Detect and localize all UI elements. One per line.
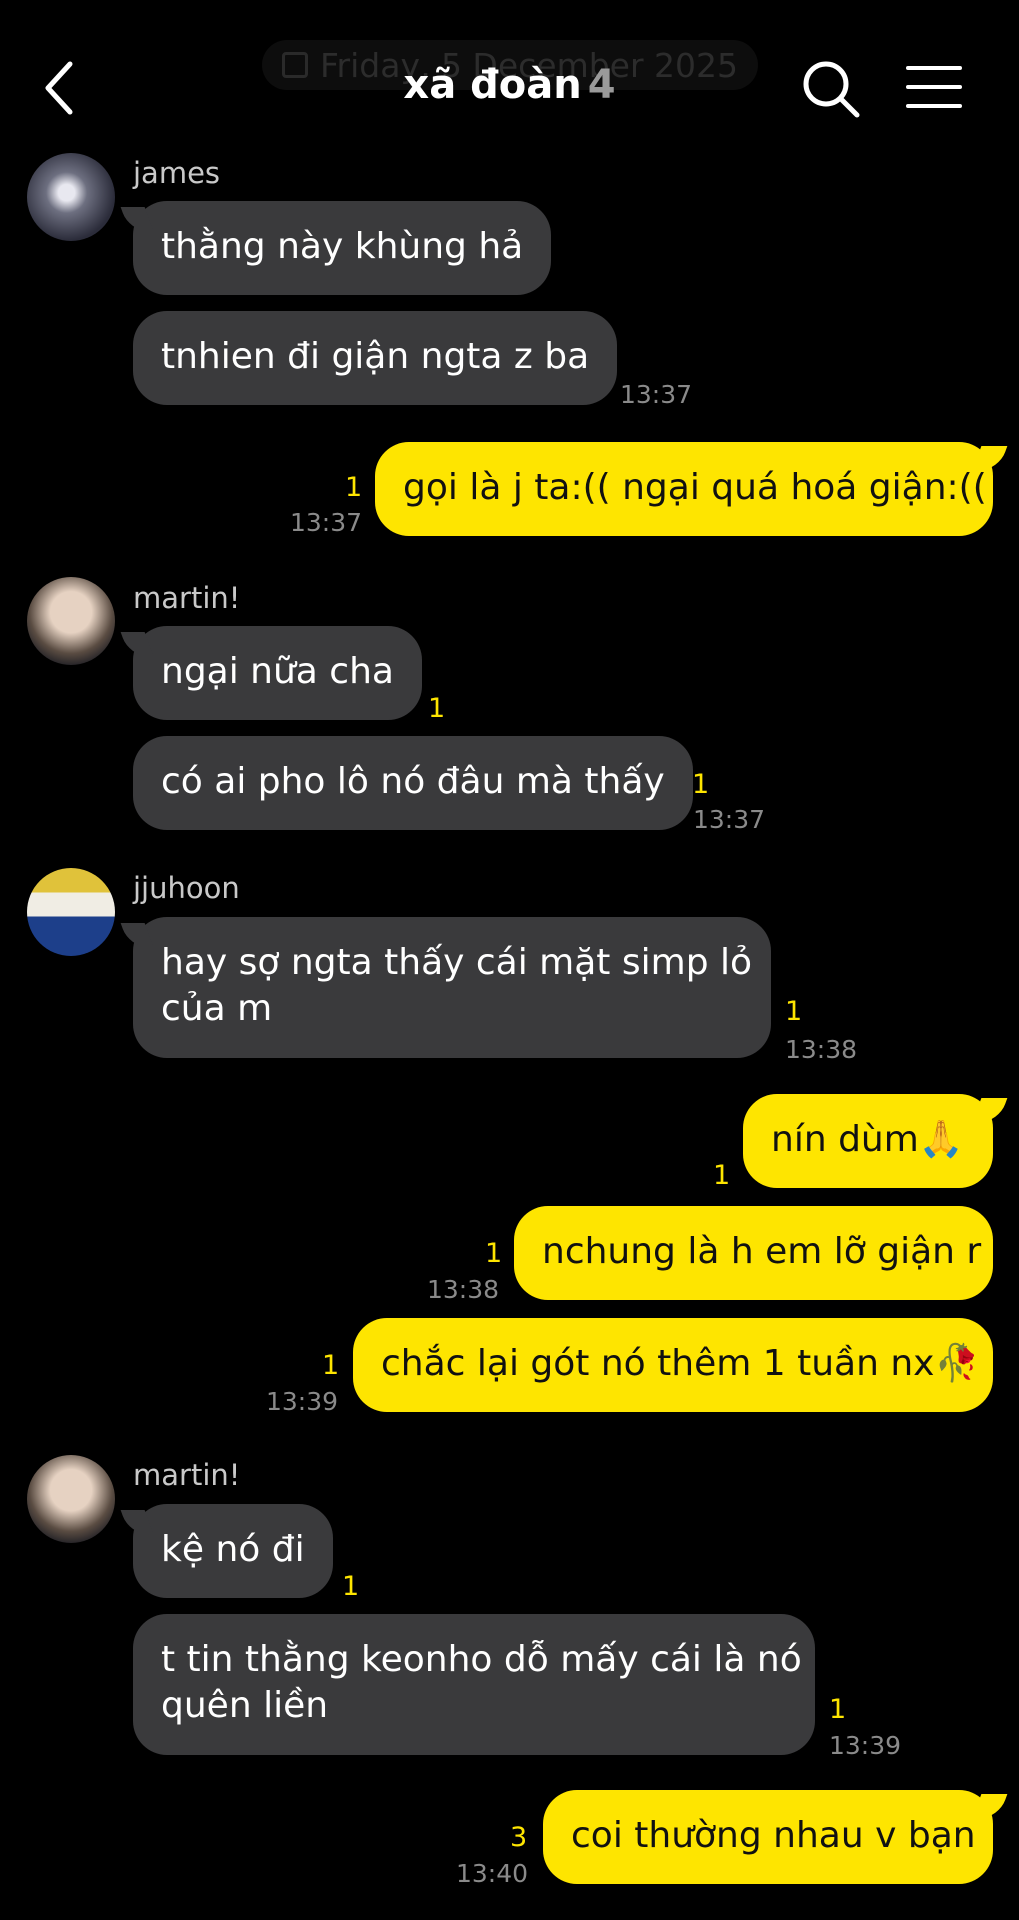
message-text-line: hay sợ ngta thấy cái mặt simp lỏ (161, 942, 753, 983)
unread-count: 1 (322, 1350, 340, 1381)
message-time: 13:40 (456, 1859, 529, 1888)
sender-name: james (133, 156, 221, 190)
message-bubble[interactable]: hay sợ ngta thấy cái mặt simp lỏ của m (133, 917, 771, 1058)
chat-title: xã đoàn 4 (0, 62, 1019, 108)
message-bubble[interactable]: t tin thằng keonho dỗ mấy cái là nó quên… (133, 1614, 815, 1755)
message-text: gọi là j ta:(( ngại quá hoá giận:(( (403, 467, 987, 508)
unread-count: 1 (829, 1694, 847, 1725)
unread-count: 1 (692, 769, 710, 800)
unread-count: 1 (713, 1160, 731, 1191)
message-time: 13:37 (620, 380, 693, 409)
message-time: 13:38 (785, 1035, 858, 1064)
message-time: 13:38 (427, 1275, 500, 1304)
unread-count: 1 (785, 996, 803, 1027)
message-text: nín dùm🙏 (771, 1119, 964, 1160)
message-text: nchung là h em lỡ giận r (542, 1231, 982, 1272)
message-bubble[interactable]: tnhien đi giận ngta z ba (133, 311, 618, 405)
unread-count: 1 (342, 1571, 360, 1602)
message-time: 13:39 (829, 1731, 902, 1760)
message-bubble[interactable]: nín dùm🙏 (743, 1094, 993, 1188)
unread-count: 1 (485, 1238, 503, 1269)
message-text: kệ nó đi (161, 1529, 305, 1570)
chat-room-name: xã đoàn (403, 62, 582, 108)
message-text: tnhien đi giận ngta z ba (161, 336, 590, 377)
message-bubble[interactable]: ngại nữa cha (133, 626, 422, 720)
unread-count: 1 (428, 693, 446, 724)
message-text: coi thường nhau v bạn (571, 1815, 976, 1856)
sender-name: jjuhoon (133, 871, 240, 905)
message-time: 13:39 (266, 1387, 339, 1416)
unread-count: 1 (345, 472, 363, 503)
message-bubble[interactable]: gọi là j ta:(( ngại quá hoá giận:(( (375, 442, 993, 536)
avatar-jjuhoon[interactable] (27, 868, 115, 956)
sender-name: martin! (133, 581, 241, 615)
avatar-james[interactable] (27, 153, 115, 241)
message-text-line: của m (161, 988, 273, 1029)
message-bubble[interactable]: nchung là h em lỡ giận r (514, 1206, 993, 1300)
message-text: chắc lại gót nó thêm 1 tuần nx🥀 (381, 1343, 980, 1384)
message-text: ngại nữa cha (161, 651, 394, 692)
message-text: thằng này khùng hả (161, 226, 524, 267)
chat-header: Friday, 5 December 2025 xã đoàn 4 (0, 0, 1019, 150)
message-text-line: quên liền (161, 1685, 329, 1726)
message-text-line: t tin thằng keonho dỗ mấy cái là nó (161, 1639, 802, 1680)
unread-count: 3 (510, 1822, 528, 1853)
message-time: 13:37 (290, 508, 363, 537)
sender-name: martin! (133, 1458, 241, 1492)
avatar-martin[interactable] (27, 1455, 115, 1543)
search-icon[interactable] (800, 58, 862, 120)
message-bubble[interactable]: kệ nó đi (133, 1504, 333, 1598)
message-bubble[interactable]: thằng này khùng hả (133, 201, 552, 295)
message-time: 13:37 (693, 805, 766, 834)
message-bubble[interactable]: chắc lại gót nó thêm 1 tuần nx🥀 (353, 1318, 993, 1412)
message-text: có ai pho lô nó đâu mà thấy (161, 761, 665, 802)
message-bubble[interactable]: có ai pho lô nó đâu mà thấy (133, 736, 693, 830)
message-bubble[interactable]: coi thường nhau v bạn (543, 1790, 993, 1884)
avatar-martin[interactable] (27, 577, 115, 665)
hamburger-menu-icon[interactable] (905, 64, 963, 110)
member-count: 4 (587, 62, 616, 108)
